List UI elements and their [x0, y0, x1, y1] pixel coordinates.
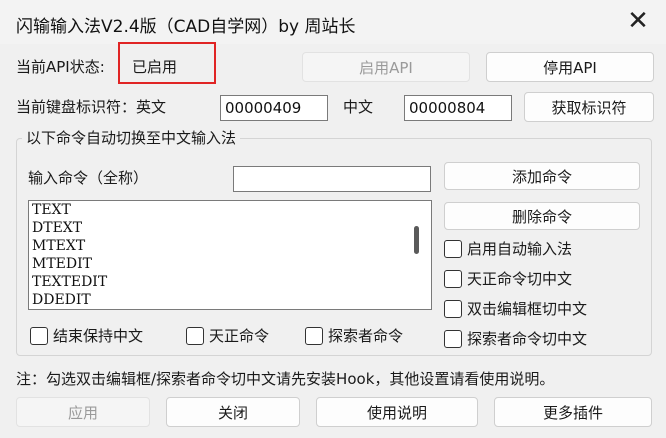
command-list[interactable]: TEXT DTEXT MTEXT MTEDIT TEXTEDIT DDEDIT: [28, 200, 432, 310]
fetch-id-button[interactable]: 获取标识符: [524, 92, 654, 122]
auto-input-label: 启用自动输入法: [467, 240, 573, 258]
explorer-command-checkbox[interactable]: 探索者命令: [305, 325, 403, 346]
chinese-id-field[interactable]: 00000804: [404, 95, 512, 121]
checkbox-icon: [444, 239, 462, 258]
tzh-command-label: 天正命令: [209, 327, 270, 345]
explorer-switch-checkbox[interactable]: 探索者命令切中文: [444, 328, 587, 349]
tzh-command-checkbox[interactable]: 天正命令: [186, 325, 269, 346]
checkbox-icon: [444, 299, 462, 318]
explorer-command-label: 探索者命令: [328, 327, 404, 345]
keep-chinese-label: 结束保持中文: [53, 327, 144, 345]
list-item[interactable]: MTEDIT: [29, 255, 431, 273]
dblclick-switch-checkbox[interactable]: 双击编辑框切中文: [444, 298, 587, 319]
keep-chinese-checkbox[interactable]: 结束保持中文: [30, 325, 143, 346]
help-button[interactable]: 使用说明: [316, 397, 478, 427]
checkbox-icon: [186, 326, 204, 345]
chinese-id-label: 中文: [343, 98, 374, 116]
apply-button[interactable]: 应用: [16, 397, 150, 427]
disable-api-button[interactable]: 停用API: [486, 52, 654, 82]
enable-api-button[interactable]: 启用API: [302, 52, 470, 82]
dblclick-switch-label: 双击编辑框切中文: [467, 300, 588, 318]
checkbox-icon: [305, 326, 323, 345]
list-item[interactable]: DDEDIT: [29, 291, 431, 309]
tzh-switch-checkbox[interactable]: 天正命令切中文: [444, 268, 572, 289]
more-plugins-button[interactable]: 更多插件: [494, 397, 652, 427]
close-button[interactable]: 关闭: [166, 397, 300, 427]
checkbox-icon: [444, 269, 462, 288]
add-command-button[interactable]: 添加命令: [444, 162, 640, 190]
close-icon[interactable]: ✕: [618, 6, 658, 38]
delete-command-button[interactable]: 删除命令: [444, 202, 640, 230]
command-input-label: 输入命令（全称）: [28, 169, 149, 187]
list-item[interactable]: MTEXT: [29, 237, 431, 255]
group-title: 以下命令自动切换至中文输入法: [22, 127, 241, 148]
keyboard-id-label: 当前键盘标识符：英文: [16, 98, 167, 116]
command-input[interactable]: [233, 166, 431, 192]
usage-note: 注：勾选双击编辑框/探索者命令切中文请先安装Hook，其他设置请看使用说明。: [16, 370, 555, 388]
tzh-switch-label: 天正命令切中文: [467, 270, 573, 288]
list-item[interactable]: DTEXT: [29, 219, 431, 237]
list-item[interactable]: TEXT: [29, 201, 431, 219]
list-scrollbar[interactable]: [414, 226, 419, 254]
highlight-box: [118, 42, 216, 84]
window-title: 闪输输入法V2.4版（CAD自学网）by 周站长: [16, 17, 356, 37]
explorer-switch-label: 探索者命令切中文: [467, 330, 588, 348]
list-item[interactable]: TEXTEDIT: [29, 273, 431, 291]
checkbox-icon: [30, 326, 48, 345]
auto-input-checkbox[interactable]: 启用自动输入法: [444, 238, 572, 259]
checkbox-icon: [444, 329, 462, 348]
english-id-field[interactable]: 00000409: [220, 95, 328, 121]
api-status-label: 当前API状态:: [16, 58, 105, 76]
